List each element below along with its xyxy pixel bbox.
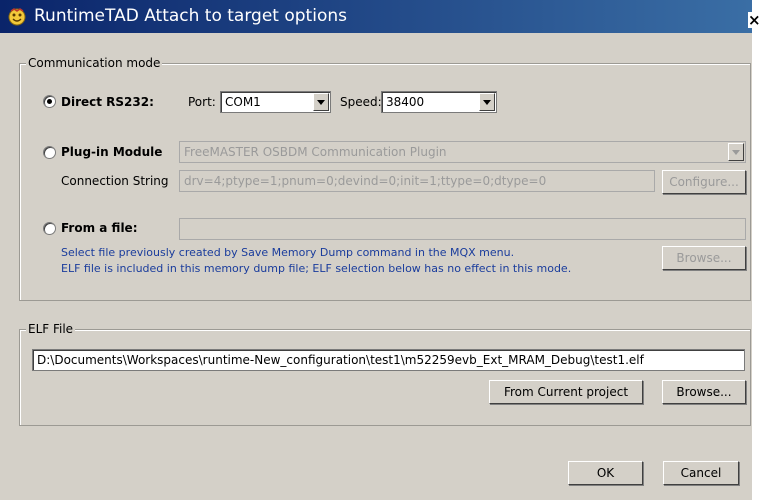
plugin-module-value: FreeMASTER OSBDM Communication Plugin xyxy=(184,145,447,159)
direct-rs232-label[interactable]: Direct RS232: xyxy=(61,95,154,109)
elf-file-group: ELF File D:\Documents\Workspaces\runtime… xyxy=(19,322,751,426)
speed-label: Speed: xyxy=(340,95,382,109)
connection-string-input[interactable]: drv=4;ptype=1;pnum=0;devind=0;init=1;tty… xyxy=(179,170,655,192)
port-select-value: COM1 xyxy=(225,95,261,109)
plugin-module-label[interactable]: Plug-in Module xyxy=(61,145,162,159)
dialog-window: RuntimeTAD Attach to target options Comm… xyxy=(0,0,752,500)
from-file-radio[interactable] xyxy=(43,222,56,235)
chevron-down-icon[interactable] xyxy=(479,93,495,111)
from-file-path-input[interactable] xyxy=(179,218,746,240)
communication-mode-legend: Communication mode xyxy=(26,56,163,70)
speed-select-value: 38400 xyxy=(386,95,425,109)
app-icon xyxy=(8,8,26,26)
window-title: RuntimeTAD Attach to target options xyxy=(34,6,347,26)
from-file-label[interactable]: From a file: xyxy=(61,221,138,235)
port-select[interactable]: COM1 xyxy=(220,91,331,113)
port-label: Port: xyxy=(188,95,216,109)
from-current-project-button[interactable]: From Current project xyxy=(489,380,643,404)
ok-button[interactable]: OK xyxy=(568,461,643,485)
communication-mode-group: Communication mode Direct RS232: Port: C… xyxy=(19,56,751,301)
configure-button[interactable]: Configure... xyxy=(662,170,746,194)
plugin-module-select[interactable]: FreeMASTER OSBDM Communication Plugin xyxy=(179,141,746,163)
chevron-down-icon[interactable] xyxy=(728,143,744,161)
close-icon[interactable]: × xyxy=(748,12,759,28)
cancel-button[interactable]: Cancel xyxy=(663,461,739,485)
direct-rs232-radio[interactable] xyxy=(43,95,56,108)
elf-browse-button[interactable]: Browse... xyxy=(662,380,746,404)
chevron-down-icon[interactable] xyxy=(313,93,329,111)
from-file-browse-button[interactable]: Browse... xyxy=(662,246,746,270)
elf-file-legend: ELF File xyxy=(26,322,76,336)
elf-file-path-input[interactable]: D:\Documents\Workspaces\runtime-New_conf… xyxy=(32,349,745,371)
from-file-info-line1: Select file previously created by Save M… xyxy=(61,246,515,259)
speed-select[interactable]: 38400 xyxy=(381,91,497,113)
plugin-module-radio[interactable] xyxy=(43,146,56,159)
connection-string-label: Connection String xyxy=(61,174,169,188)
title-bar[interactable]: RuntimeTAD Attach to target options xyxy=(0,0,752,33)
from-file-info-line2: ELF file is included in this memory dump… xyxy=(61,262,572,275)
